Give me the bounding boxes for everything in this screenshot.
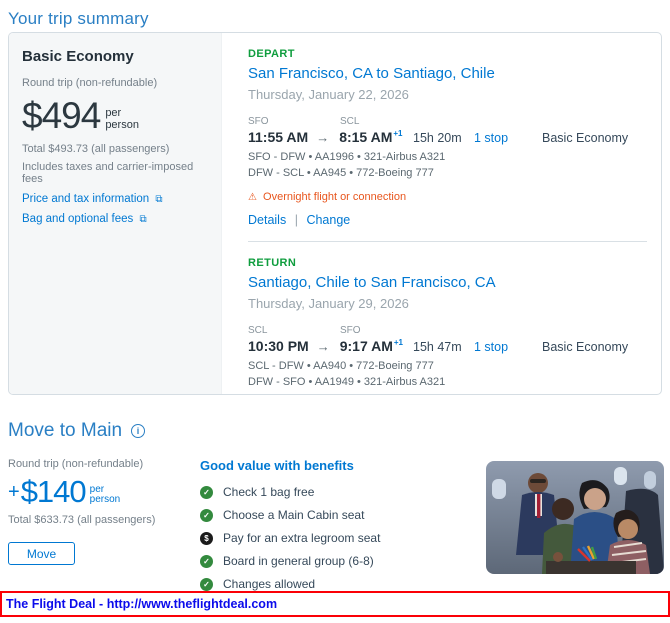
arrow-icon: →	[316, 338, 330, 354]
move-button[interactable]: Move	[8, 542, 75, 565]
return-airport-codes: SCL SFO	[248, 325, 647, 336]
origin-code: SFO	[248, 116, 269, 127]
return-label: RETURN	[248, 256, 297, 269]
upsell-title-row: Move to Main i	[8, 420, 662, 442]
departure-time: 10:30 PM	[248, 337, 309, 354]
next-day-indicator: +1	[393, 129, 403, 139]
depart-links: Details | Change	[248, 213, 647, 227]
segment: SCL - DFW • AA940 • 772-Boeing 777	[248, 359, 434, 372]
plus-sign: +	[8, 480, 20, 503]
trip-summary-page: Your trip summary Basic Economy Round tr…	[0, 0, 670, 619]
arrival-time: 8:15 AM+1	[339, 129, 403, 145]
link-separator: |	[294, 212, 298, 227]
upsell-price-amount: $140	[20, 474, 87, 509]
benefit-item: ✓ Choose a Main Cabin seat	[200, 508, 486, 522]
depart-cabin: Basic Economy	[542, 131, 629, 145]
segment: SFO - DFW • AA1996 • 321-Airbus A321	[248, 151, 446, 163]
page-title: Your trip summary	[8, 9, 149, 28]
dollar-icon: $	[200, 531, 213, 545]
segment: DFW - SFO • AA1949 • 321-Airbus A321	[248, 375, 446, 388]
departure-time: 11:55 AM	[248, 129, 309, 145]
return-route[interactable]: Santiago, Chile to San Francisco, CA	[248, 274, 647, 291]
segment: DFW - SCL • AA945 • 772-Boeing 777	[248, 166, 434, 179]
depart-label: DEPART	[248, 48, 295, 60]
flight-deal-banner: The Flight Deal - http://www.theflightde…	[0, 591, 670, 617]
depart-times-row: 11:55 AM → 8:15 AM+1 15h 20m 1 stop Basi…	[248, 129, 647, 145]
return-times-row: 10:30 PM → 9:17 AM+1 15h 47m 1 stop Basi…	[248, 338, 647, 354]
benefit-item: ✓ Changes allowed	[200, 577, 486, 591]
warning-icon: ⚠	[248, 191, 257, 203]
fare-name: Basic Economy	[22, 48, 134, 65]
upsell-price-suffix: per person	[89, 483, 121, 505]
cabin-photo	[486, 461, 664, 574]
destination-code: SFO	[340, 324, 361, 336]
fare-price-amount: $494	[22, 95, 101, 136]
fare-taxes-note: Includes taxes and carrier-imposed fees	[22, 161, 194, 185]
benefit-item: ✓ Check 1 bag free	[200, 485, 486, 499]
arrival-time: 9:17 AM+1	[339, 337, 403, 354]
benefit-item: ✓ Board in general group (6-8)	[200, 554, 486, 568]
upsell-total: Total $633.73 (all passengers)	[8, 514, 156, 526]
check-icon: ✓	[200, 554, 213, 568]
upsell-price: + $140 per person	[8, 474, 200, 510]
next-day-indicator: +1	[393, 338, 403, 348]
check-icon: ✓	[200, 485, 213, 499]
info-icon[interactable]: i	[131, 424, 146, 438]
benefits-title: Good value with benefits	[200, 458, 354, 473]
fare-price-suffix: per person	[105, 107, 139, 131]
fare-total: Total $493.73 (all passengers)	[22, 143, 170, 155]
arrow-icon: →	[316, 130, 330, 145]
depart-route[interactable]: San Francisco, CA to Santiago, Chile	[248, 65, 647, 82]
depart-date: Thursday, January 22, 2026	[248, 87, 409, 102]
upsell-trip-type: Round trip (non-refundable)	[8, 458, 144, 470]
flight-deal-link[interactable]: The Flight Deal - http://www.theflightde…	[6, 597, 277, 611]
return-slice: RETURN Santiago, Chile to San Francisco,…	[248, 242, 647, 394]
fare-trip-type: Round trip (non-refundable)	[22, 77, 158, 89]
depart-segments: SFO - DFW • AA1996 • 321-Airbus A321 DFW…	[248, 150, 647, 182]
slices: DEPART San Francisco, CA to Santiago, Ch…	[222, 33, 661, 394]
check-icon: ✓	[200, 508, 213, 522]
return-stops: 1 stop	[474, 340, 542, 354]
bag-optional-fees-link[interactable]: Bag and optional fees ⧉	[22, 213, 208, 225]
benefit-item: $ Pay for an extra legroom seat	[200, 531, 486, 545]
depart-slice: DEPART San Francisco, CA to Santiago, Ch…	[248, 33, 647, 227]
return-cabin: Basic Economy	[542, 339, 629, 354]
return-duration: 15h 47m	[413, 339, 462, 354]
depart-stops: 1 stop	[474, 131, 542, 145]
external-link-icon: ⧉	[139, 214, 147, 225]
change-link[interactable]: Change	[306, 213, 350, 227]
destination-code: SCL	[340, 116, 360, 127]
depart-duration: 15h 20m	[413, 131, 462, 145]
check-icon: ✓	[200, 577, 213, 591]
external-link-icon: ⧉	[155, 194, 163, 205]
fare-panel: Basic Economy Round trip (non-refundable…	[9, 33, 222, 394]
depart-times: 11:55 AM → 8:15 AM+1	[248, 129, 413, 145]
return-segments: SCL - DFW • AA940 • 772-Boeing 777 DFW -…	[248, 359, 647, 391]
origin-code: SCL	[248, 324, 268, 336]
stops-link[interactable]: 1 stop	[474, 340, 508, 354]
price-tax-info-link[interactable]: Price and tax information ⧉	[22, 193, 208, 205]
fare-price: $494 per person	[22, 95, 208, 137]
stops-link[interactable]: 1 stop	[474, 131, 508, 145]
depart-airport-codes: SFO SCL	[248, 116, 647, 127]
details-link[interactable]: Details	[248, 213, 286, 227]
upsell-title: Move to Main	[8, 420, 123, 441]
return-times: 10:30 PM → 9:17 AM+1	[248, 338, 413, 354]
return-date: Thursday, January 29, 2026	[248, 295, 409, 311]
trip-summary-card: Basic Economy Round trip (non-refundable…	[8, 32, 662, 395]
depart-warning: ⚠ Overnight flight or connection	[248, 190, 407, 203]
